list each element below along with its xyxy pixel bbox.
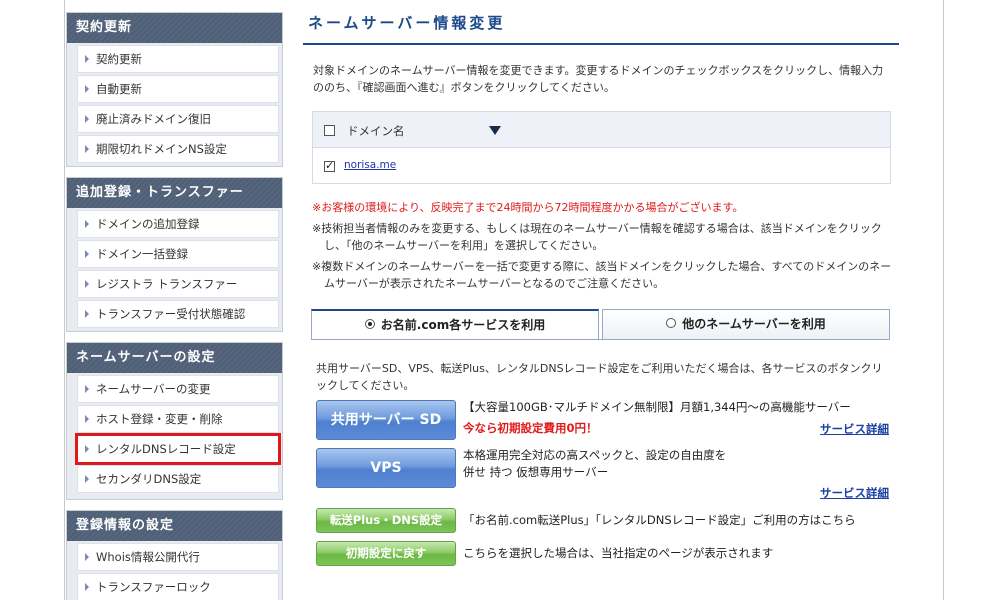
sidebar: 契約更新 契約更新 自動更新 廃止済みドメイン復旧 期限切れドメインNS設定 追… xyxy=(66,0,283,600)
tab-bar: お名前.com各サービスを利用 他のネームサーバーを利用 xyxy=(311,309,890,340)
domain-column-header: ドメイン名 xyxy=(347,124,405,138)
sidebar-item-restore-domain[interactable]: 廃止済みドメイン復旧 xyxy=(77,105,279,133)
page-title: ネームサーバー情報変更 xyxy=(303,12,899,45)
transfer-plus-dns-button[interactable]: 転送Plus・DNS設定 xyxy=(316,508,456,533)
notes: ※お客様の環境により、反映完了まで24時間から72時間程度かかる場合がございます… xyxy=(312,199,897,296)
note-tech-contact: ※技術担当者情報のみを変更する、もしくは現在のネームサーバー情報を確認する場合は… xyxy=(312,222,882,252)
sidebar-item-registrar-transfer[interactable]: レジストラ トランスファー xyxy=(77,270,279,298)
sd-service-detail-link[interactable]: サービス詳細 xyxy=(820,421,889,437)
sd-promo: 今なら初期設定費用0円！ xyxy=(463,421,598,435)
right-frame-margin xyxy=(943,0,1008,600)
reset-default-button[interactable]: 初期設定に戻す xyxy=(316,541,456,566)
tab-label: お名前.com各サービスを利用 xyxy=(380,318,546,332)
sidebar-item-transfer-lock[interactable]: トランスファーロック xyxy=(77,573,279,600)
sidebar-section-info: 登録情報の設定 Whois情報公開代行 トランスファーロック xyxy=(66,510,283,600)
sidebar-item-bulk-register[interactable]: ドメイン一括登録 xyxy=(77,240,279,268)
sidebar-section-title: 登録情報の設定 xyxy=(67,511,282,541)
vps-button[interactable]: VPS xyxy=(316,448,456,488)
sidebar-item-rental-dns[interactable]: レンタルDNSレコード設定 xyxy=(75,433,281,465)
sidebar-item-add-domain[interactable]: ドメインの追加登録 xyxy=(77,210,279,238)
tab-divider xyxy=(311,339,890,340)
table-row: norisa.me xyxy=(313,148,890,184)
sort-down-icon[interactable] xyxy=(489,126,501,135)
sidebar-item-transfer-status[interactable]: トランスファー受付状態確認 xyxy=(77,300,279,328)
sidebar-section-registration: 追加登録・トランスファー ドメインの追加登録 ドメイン一括登録 レジストラ トラ… xyxy=(66,177,283,332)
note-bulk-change: ※複数ドメインのネームサーバーを一括で変更する際に、該当ドメインをクリックした場… xyxy=(312,260,892,290)
tab-onamae-services[interactable]: お名前.com各サービスを利用 xyxy=(311,309,599,340)
domain-table: ドメイン名 norisa.me xyxy=(312,111,891,184)
transfer-description: 「お名前.com転送Plus」「レンタルDNSレコード設定」ご利用の方はこちら xyxy=(463,513,856,527)
sidebar-item-auto-renewal[interactable]: 自動更新 xyxy=(77,75,279,103)
vps-service-detail-link[interactable]: サービス詳細 xyxy=(820,485,889,501)
sidebar-item-whois-proxy[interactable]: Whois情報公開代行 xyxy=(77,543,279,571)
select-all-checkbox[interactable] xyxy=(324,125,335,136)
sidebar-section-renewal: 契約更新 契約更新 自動更新 廃止済みドメイン復旧 期限切れドメインNS設定 xyxy=(66,12,283,167)
vps-description: 本格運用完全対応の高スペックと、設定の自由度を併せ 持つ 仮想専用サーバー xyxy=(463,448,727,479)
tab-other-nameserver[interactable]: 他のネームサーバーを利用 xyxy=(602,309,890,340)
sd-description: 【大容量100GB･マルチドメイン無制限】月額1,344円～の高機能サーバー xyxy=(463,400,851,414)
sidebar-item-nameserver-change[interactable]: ネームサーバーの変更 xyxy=(77,375,279,403)
tab-label: 他のネームサーバーを利用 xyxy=(682,317,826,331)
table-header: ドメイン名 xyxy=(313,112,890,148)
shared-server-sd-button[interactable]: 共用サーバー SD xyxy=(316,400,456,440)
page-description: 対象ドメインのネームサーバー情報を変更できます。変更するドメインのチェックボック… xyxy=(313,64,884,94)
warning-note: ※お客様の環境により、反映完了まで24時間から72時間程度かかる場合がございます… xyxy=(312,201,744,214)
left-frame-margin xyxy=(0,0,65,600)
main-content: ネームサーバー情報変更 対象ドメインのネームサーバー情報を変更できます。変更する… xyxy=(303,0,903,600)
radio-icon[interactable] xyxy=(666,317,677,328)
sidebar-section-title: 追加登録・トランスファー xyxy=(67,178,282,208)
sidebar-item-renewal[interactable]: 契約更新 xyxy=(77,45,279,73)
sidebar-section-title: ネームサーバーの設定 xyxy=(67,343,282,373)
sidebar-section-nameserver: ネームサーバーの設定 ネームサーバーの変更 ホスト登録・変更・削除 レンタルDN… xyxy=(66,342,283,500)
sidebar-section-title: 契約更新 xyxy=(67,13,282,43)
sidebar-item-host-settings[interactable]: ホスト登録・変更・削除 xyxy=(77,405,279,433)
sidebar-item-expired-ns[interactable]: 期限切れドメインNS設定 xyxy=(77,135,279,163)
services-intro: 共用サーバーSD、VPS、転送Plus、レンタルDNSレコード設定をご利用いただ… xyxy=(316,362,883,392)
radio-selected-icon[interactable] xyxy=(364,318,375,329)
domain-checkbox[interactable] xyxy=(324,159,335,172)
domain-link[interactable]: norisa.me xyxy=(344,159,396,171)
sidebar-item-secondary-dns[interactable]: セカンダリDNS設定 xyxy=(77,465,279,493)
reset-description: こちらを選択した場合は、当社指定のページが表示されます xyxy=(463,546,774,560)
